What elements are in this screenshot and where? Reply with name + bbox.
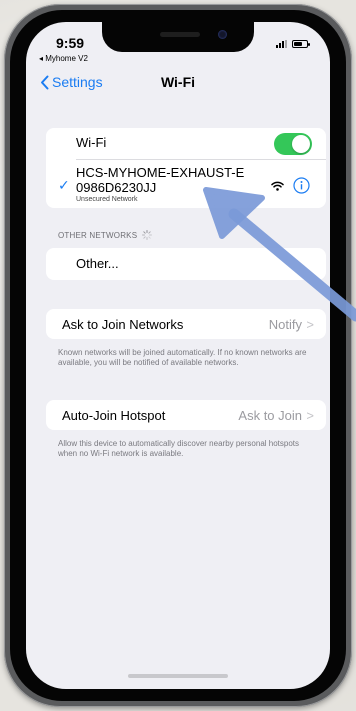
home-indicator xyxy=(128,674,228,678)
other-networks-header: OTHER NETWORKS xyxy=(58,230,153,240)
other-networks-title: OTHER NETWORKS xyxy=(58,230,138,240)
wifi-icon xyxy=(271,181,284,191)
wifi-toggle[interactable] xyxy=(274,133,312,155)
status-time: 9:59 xyxy=(56,35,85,51)
network-name: HCS-MYHOME-EXHAUST-E0986D6230JJ xyxy=(76,165,245,195)
back-to-app-link[interactable]: ◂ Myhome V2 xyxy=(39,54,88,63)
camera xyxy=(218,30,227,39)
ask-to-join-value: Notify xyxy=(268,317,302,332)
toggle-knob xyxy=(292,135,310,153)
auto-join-value: Ask to Join xyxy=(238,408,302,423)
battery-icon xyxy=(292,40,310,48)
notch xyxy=(102,22,254,52)
other-network-row[interactable]: Other... xyxy=(46,248,326,280)
speaker xyxy=(160,32,200,37)
ask-to-join-row[interactable]: Ask to Join Networks Notify > xyxy=(46,309,326,339)
checkmark-icon: ✓ xyxy=(58,177,70,193)
navigation-bar: Settings Wi-Fi xyxy=(26,72,330,96)
auto-join-label: Auto-Join Hotspot xyxy=(62,408,166,423)
wifi-label: Wi-Fi xyxy=(76,135,107,150)
info-icon[interactable] xyxy=(293,177,310,194)
connected-network-row[interactable]: ✓ HCS-MYHOME-EXHAUST-E0986D6230JJ Unsecu… xyxy=(46,160,326,208)
wifi-group: Wi-Fi ✓ HCS-MYHOME-EXHAUST-E0986D6230JJ … xyxy=(46,128,326,208)
auto-join-hotspot-row[interactable]: Auto-Join Hotspot Ask to Join > xyxy=(46,400,326,430)
other-network-label: Other... xyxy=(76,256,119,271)
spinner-icon xyxy=(142,230,153,240)
chevron-right-icon: > xyxy=(306,408,314,423)
screen: 9:59 ◂ Myhome V2 Settings Wi-Fi Wi-Fi ✓ … xyxy=(26,22,330,689)
ask-to-join-footnote: Known networks will be joined automatica… xyxy=(58,348,307,367)
chevron-right-icon: > xyxy=(306,317,314,332)
page-title: Wi-Fi xyxy=(160,74,196,90)
wifi-toggle-row: Wi-Fi xyxy=(46,128,326,158)
signal-icon xyxy=(276,40,287,48)
ask-to-join-label: Ask to Join Networks xyxy=(62,317,184,332)
network-security: Unsecured Network xyxy=(76,196,138,203)
status-icons xyxy=(276,40,310,48)
auto-join-footnote: Allow this device to automatically disco… xyxy=(58,439,300,458)
